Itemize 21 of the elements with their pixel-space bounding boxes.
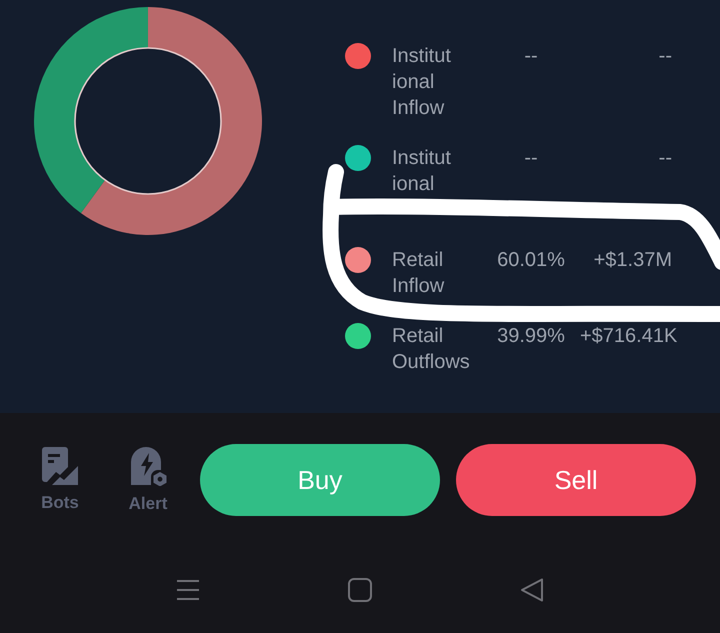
bolt-bell-icon — [129, 446, 167, 486]
percent-value: -- — [524, 45, 538, 67]
legend-label: Institut ional Inflow — [392, 44, 452, 121]
alert-button[interactable]: Alert — [118, 446, 178, 514]
legend-label: Institut ional — [392, 146, 452, 197]
bots-button[interactable]: Bots — [30, 447, 90, 513]
square-icon[interactable] — [348, 578, 372, 602]
menu-icon[interactable] — [176, 578, 200, 602]
legend-label: Retail Outflows — [392, 324, 471, 375]
back-icon[interactable] — [520, 578, 544, 602]
buy-button[interactable]: Buy — [200, 444, 440, 516]
amount-value: -- — [658, 45, 672, 67]
percent-value: 39.99% — [497, 325, 565, 347]
amount-value: -- — [658, 147, 672, 169]
document-chart-icon — [42, 447, 78, 485]
sell-button[interactable]: Sell — [456, 444, 696, 516]
percent-value: 60.01% — [497, 249, 565, 271]
amount-value: +$1.37M — [594, 249, 672, 271]
amount-value: +$716.41K — [580, 325, 678, 347]
percent-value: -- — [524, 147, 538, 169]
legend-label: Retail Inflow — [392, 248, 446, 299]
